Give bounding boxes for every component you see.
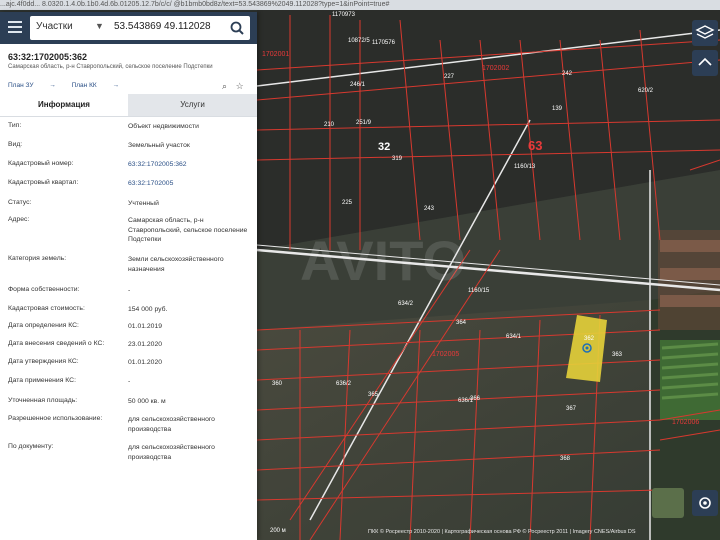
parcel-label: 242 xyxy=(562,71,573,77)
parcel-label: 1702002 xyxy=(482,65,509,72)
quarter-label-32: 32 xyxy=(378,141,390,153)
zoom-to-icon[interactable]: ⌕ xyxy=(222,81,227,91)
svg-text:AVITO: AVITO xyxy=(300,229,466,292)
overview-button[interactable] xyxy=(652,488,684,518)
parcel-label: 368 xyxy=(560,456,571,462)
parcel-label: 1170576 xyxy=(372,40,396,46)
plan-zu-link[interactable]: План ЗУ → xyxy=(8,82,56,89)
parcel-label: 367 xyxy=(566,406,577,412)
parcel-label: 243 xyxy=(424,206,435,212)
parcel-label: 1702006 xyxy=(672,419,699,426)
parcel-label: 227 xyxy=(444,74,455,80)
gear-icon xyxy=(699,497,711,509)
tools-button[interactable] xyxy=(692,50,718,76)
search-icon[interactable] xyxy=(229,20,245,36)
quarter-label-63: 63 xyxy=(528,138,542,153)
parcel-label: 10872/5 xyxy=(348,38,370,44)
star-icon[interactable]: ☆ xyxy=(236,81,244,91)
parcel-label: 620/2 xyxy=(638,88,654,94)
info-panel: Участки ▼ 53.543869 49.112028 63:32:1702… xyxy=(0,12,257,540)
parcel-label: 1702005 xyxy=(432,351,459,358)
browser-url: ...ajc.4f0dd... 8.0320.1.4.0b.1b0.4d.6b.… xyxy=(0,0,720,10)
parcel-label: 365 xyxy=(368,392,379,398)
parcel-number: 63:32:1702005:362 xyxy=(8,52,88,62)
map-attribution: ПКК © Росреестр 2010-2020 | Картографиче… xyxy=(368,529,636,535)
search-bar: Участки ▼ 53.543869 49.112028 xyxy=(0,12,257,44)
parcel-label: 246/1 xyxy=(350,82,366,88)
search-input[interactable]: 53.543869 49.112028 xyxy=(114,21,211,32)
parcel-label: 319 xyxy=(392,156,403,162)
menu-icon[interactable] xyxy=(8,21,22,33)
parcel-label: 225 xyxy=(342,200,353,206)
parcel-label: 636/2 xyxy=(336,381,352,387)
search-box: Участки ▼ 53.543869 49.112028 xyxy=(30,16,250,40)
layers-button[interactable] xyxy=(692,20,718,46)
parcel-label: 364 xyxy=(456,320,467,326)
parcel-label: 1170973 xyxy=(332,12,356,18)
tab-services[interactable]: Услуги xyxy=(128,94,257,116)
tab-info[interactable]: Информация xyxy=(0,94,128,116)
parcel-label: 1160/13 xyxy=(514,164,536,170)
parcel-label: 634/1 xyxy=(506,334,522,340)
parcel-label: 1160/15 xyxy=(468,288,490,294)
plan-kk-link[interactable]: План КК → xyxy=(72,82,119,89)
tabs: Информация Услуги xyxy=(0,94,257,117)
parcel-label: 210 xyxy=(324,122,335,128)
parcel-label: 363 xyxy=(612,352,623,358)
parcel-label: 251/9 xyxy=(356,120,372,126)
layers-icon xyxy=(695,25,715,39)
chevron-down-icon[interactable]: ▼ xyxy=(95,21,104,31)
map-scale: 200 м xyxy=(270,528,286,534)
settings-button[interactable] xyxy=(692,490,718,516)
parcel-label: 636/1 xyxy=(458,398,474,404)
parcel-address: Самарская область, р-н Ставропольский, с… xyxy=(8,64,213,70)
parcel-label: 360 xyxy=(272,381,283,387)
parcel-label: 634/2 xyxy=(398,301,414,307)
layer-select[interactable]: Участки xyxy=(36,21,73,32)
parcel-label: 362 xyxy=(584,336,595,342)
parcel-label: 139 xyxy=(552,106,563,112)
expand-icon xyxy=(698,57,712,66)
parcel-label: 1702001 xyxy=(262,51,289,58)
